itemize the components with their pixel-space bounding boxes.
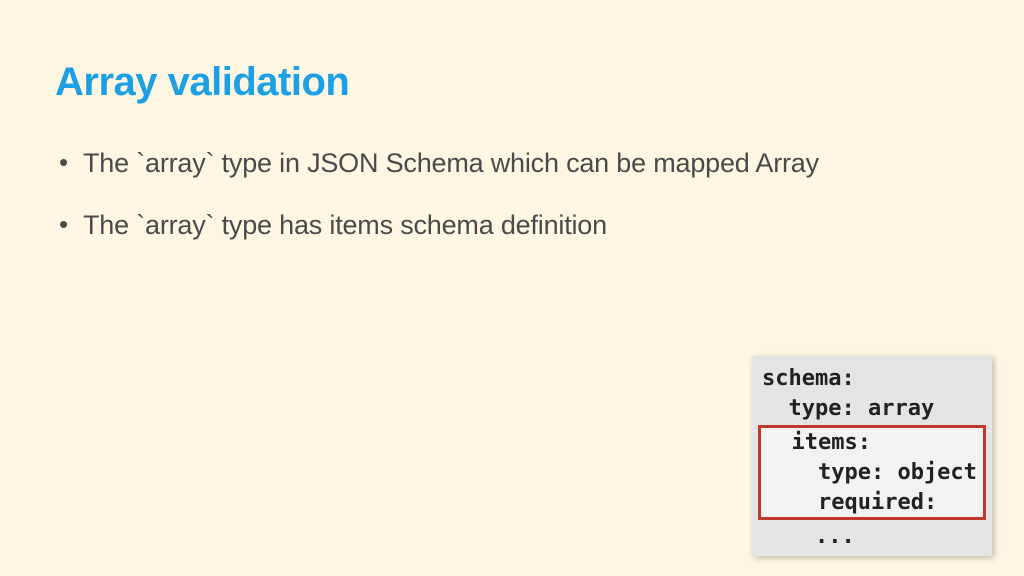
slide-title: Array validation — [55, 60, 969, 105]
code-line: required: — [765, 488, 979, 518]
code-line: ... — [762, 522, 982, 552]
code-line: schema: — [762, 364, 982, 394]
code-line: type: object — [765, 458, 979, 488]
bullet-item: The `array` type in JSON Schema which ca… — [55, 145, 969, 181]
bullet-item: The `array` type has items schema defini… — [55, 207, 969, 243]
code-highlight-box: items: type: object required: — [758, 425, 986, 520]
bullet-list: The `array` type in JSON Schema which ca… — [55, 145, 969, 244]
code-line: items: — [765, 428, 979, 458]
slide: Array validation The `array` type in JSO… — [0, 0, 1024, 576]
code-snippet: schema: type: array items: type: object … — [752, 356, 992, 556]
code-line: type: array — [762, 394, 982, 424]
